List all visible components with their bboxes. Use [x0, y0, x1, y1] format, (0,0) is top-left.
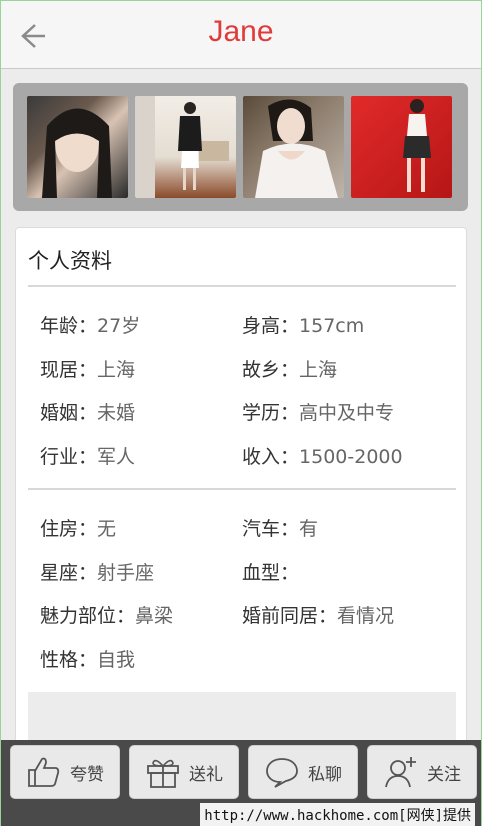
bottom-action-bar: 夸赞 送礼 私聊 关注 http://www.hackhome.com[网侠]提…	[1, 740, 481, 826]
header-bar: Jane	[1, 1, 481, 69]
info-value: 上海	[97, 359, 136, 381]
info-value: 鼻梁	[135, 605, 174, 627]
info-car: 汽车：有	[242, 514, 318, 541]
info-value: 自我	[97, 649, 136, 671]
info-label: 汽车：	[242, 518, 300, 540]
info-value: 157cm	[299, 315, 365, 337]
info-label: 身高：	[242, 315, 300, 337]
photo-1[interactable]	[27, 96, 128, 198]
follow-label: 关注	[427, 764, 461, 785]
info-education: 学历：高中及中专	[242, 398, 394, 425]
info-label: 故乡：	[242, 359, 300, 381]
info-residence: 现居：上海	[40, 355, 135, 382]
info-height: 身高：157cm	[242, 311, 364, 338]
praise-button[interactable]: 夸赞	[10, 745, 120, 799]
info-label: 血型：	[242, 562, 300, 584]
info-label: 收入：	[242, 446, 300, 468]
divider	[28, 285, 456, 287]
info-age: 年龄：27岁	[40, 311, 140, 338]
info-label: 现居：	[40, 359, 98, 381]
info-label: 住房：	[40, 518, 98, 540]
info-cohabitation: 婚前同居：看情况	[242, 601, 394, 628]
info-label: 年龄：	[40, 315, 98, 337]
info-label: 魅力部位：	[40, 605, 136, 627]
photo-2[interactable]	[135, 96, 236, 198]
info-value: 1500-2000	[299, 446, 403, 468]
watermark-text: http://www.hackhome.com[网侠]提供	[200, 803, 475, 826]
photo-gallery	[13, 83, 468, 211]
info-income: 收入：1500-2000	[242, 442, 403, 469]
info-label: 学历：	[242, 402, 300, 424]
info-label: 性格：	[40, 649, 98, 671]
section-title: 个人资料	[28, 249, 112, 273]
info-value: 射手座	[97, 562, 155, 584]
send-gift-button[interactable]: 送礼	[129, 745, 239, 799]
info-value: 有	[299, 518, 319, 540]
info-label: 行业：	[40, 446, 98, 468]
info-zodiac: 星座：射手座	[40, 558, 154, 585]
profile-card: 个人资料 年龄：27岁 身高：157cm 现居：上海 故乡：上海 婚姻：未婚 学…	[15, 227, 467, 748]
info-value: 上海	[299, 359, 338, 381]
add-user-icon	[383, 755, 419, 789]
info-label: 星座：	[40, 562, 98, 584]
info-value: 27岁	[97, 315, 141, 337]
thumbs-up-icon	[26, 755, 62, 789]
praise-label: 夸赞	[70, 764, 104, 785]
info-blood-type: 血型：	[242, 558, 299, 585]
page-title: Jane	[208, 15, 274, 48]
info-value: 未婚	[97, 402, 136, 424]
photo-4[interactable]	[351, 96, 452, 198]
send-gift-label: 送礼	[189, 764, 223, 785]
follow-button[interactable]: 关注	[367, 745, 477, 799]
chat-bubble-icon	[264, 755, 300, 789]
photo-3[interactable]	[243, 96, 344, 198]
info-charm-feature: 魅力部位：鼻梁	[40, 601, 173, 628]
info-value: 看情况	[337, 605, 395, 627]
info-industry: 行业：军人	[40, 442, 135, 469]
info-personality: 性格：自我	[40, 645, 135, 672]
info-value: 军人	[97, 446, 136, 468]
private-chat-button[interactable]: 私聊	[248, 745, 358, 799]
info-label: 婚前同居：	[242, 605, 338, 627]
info-housing: 住房：无	[40, 514, 116, 541]
info-value: 无	[97, 518, 117, 540]
info-marital: 婚姻：未婚	[40, 398, 135, 425]
divider	[28, 488, 456, 490]
info-label: 婚姻：	[40, 402, 98, 424]
info-value: 高中及中专	[299, 402, 395, 424]
gift-icon	[145, 755, 181, 789]
info-hometown: 故乡：上海	[242, 355, 337, 382]
private-chat-label: 私聊	[308, 764, 342, 785]
